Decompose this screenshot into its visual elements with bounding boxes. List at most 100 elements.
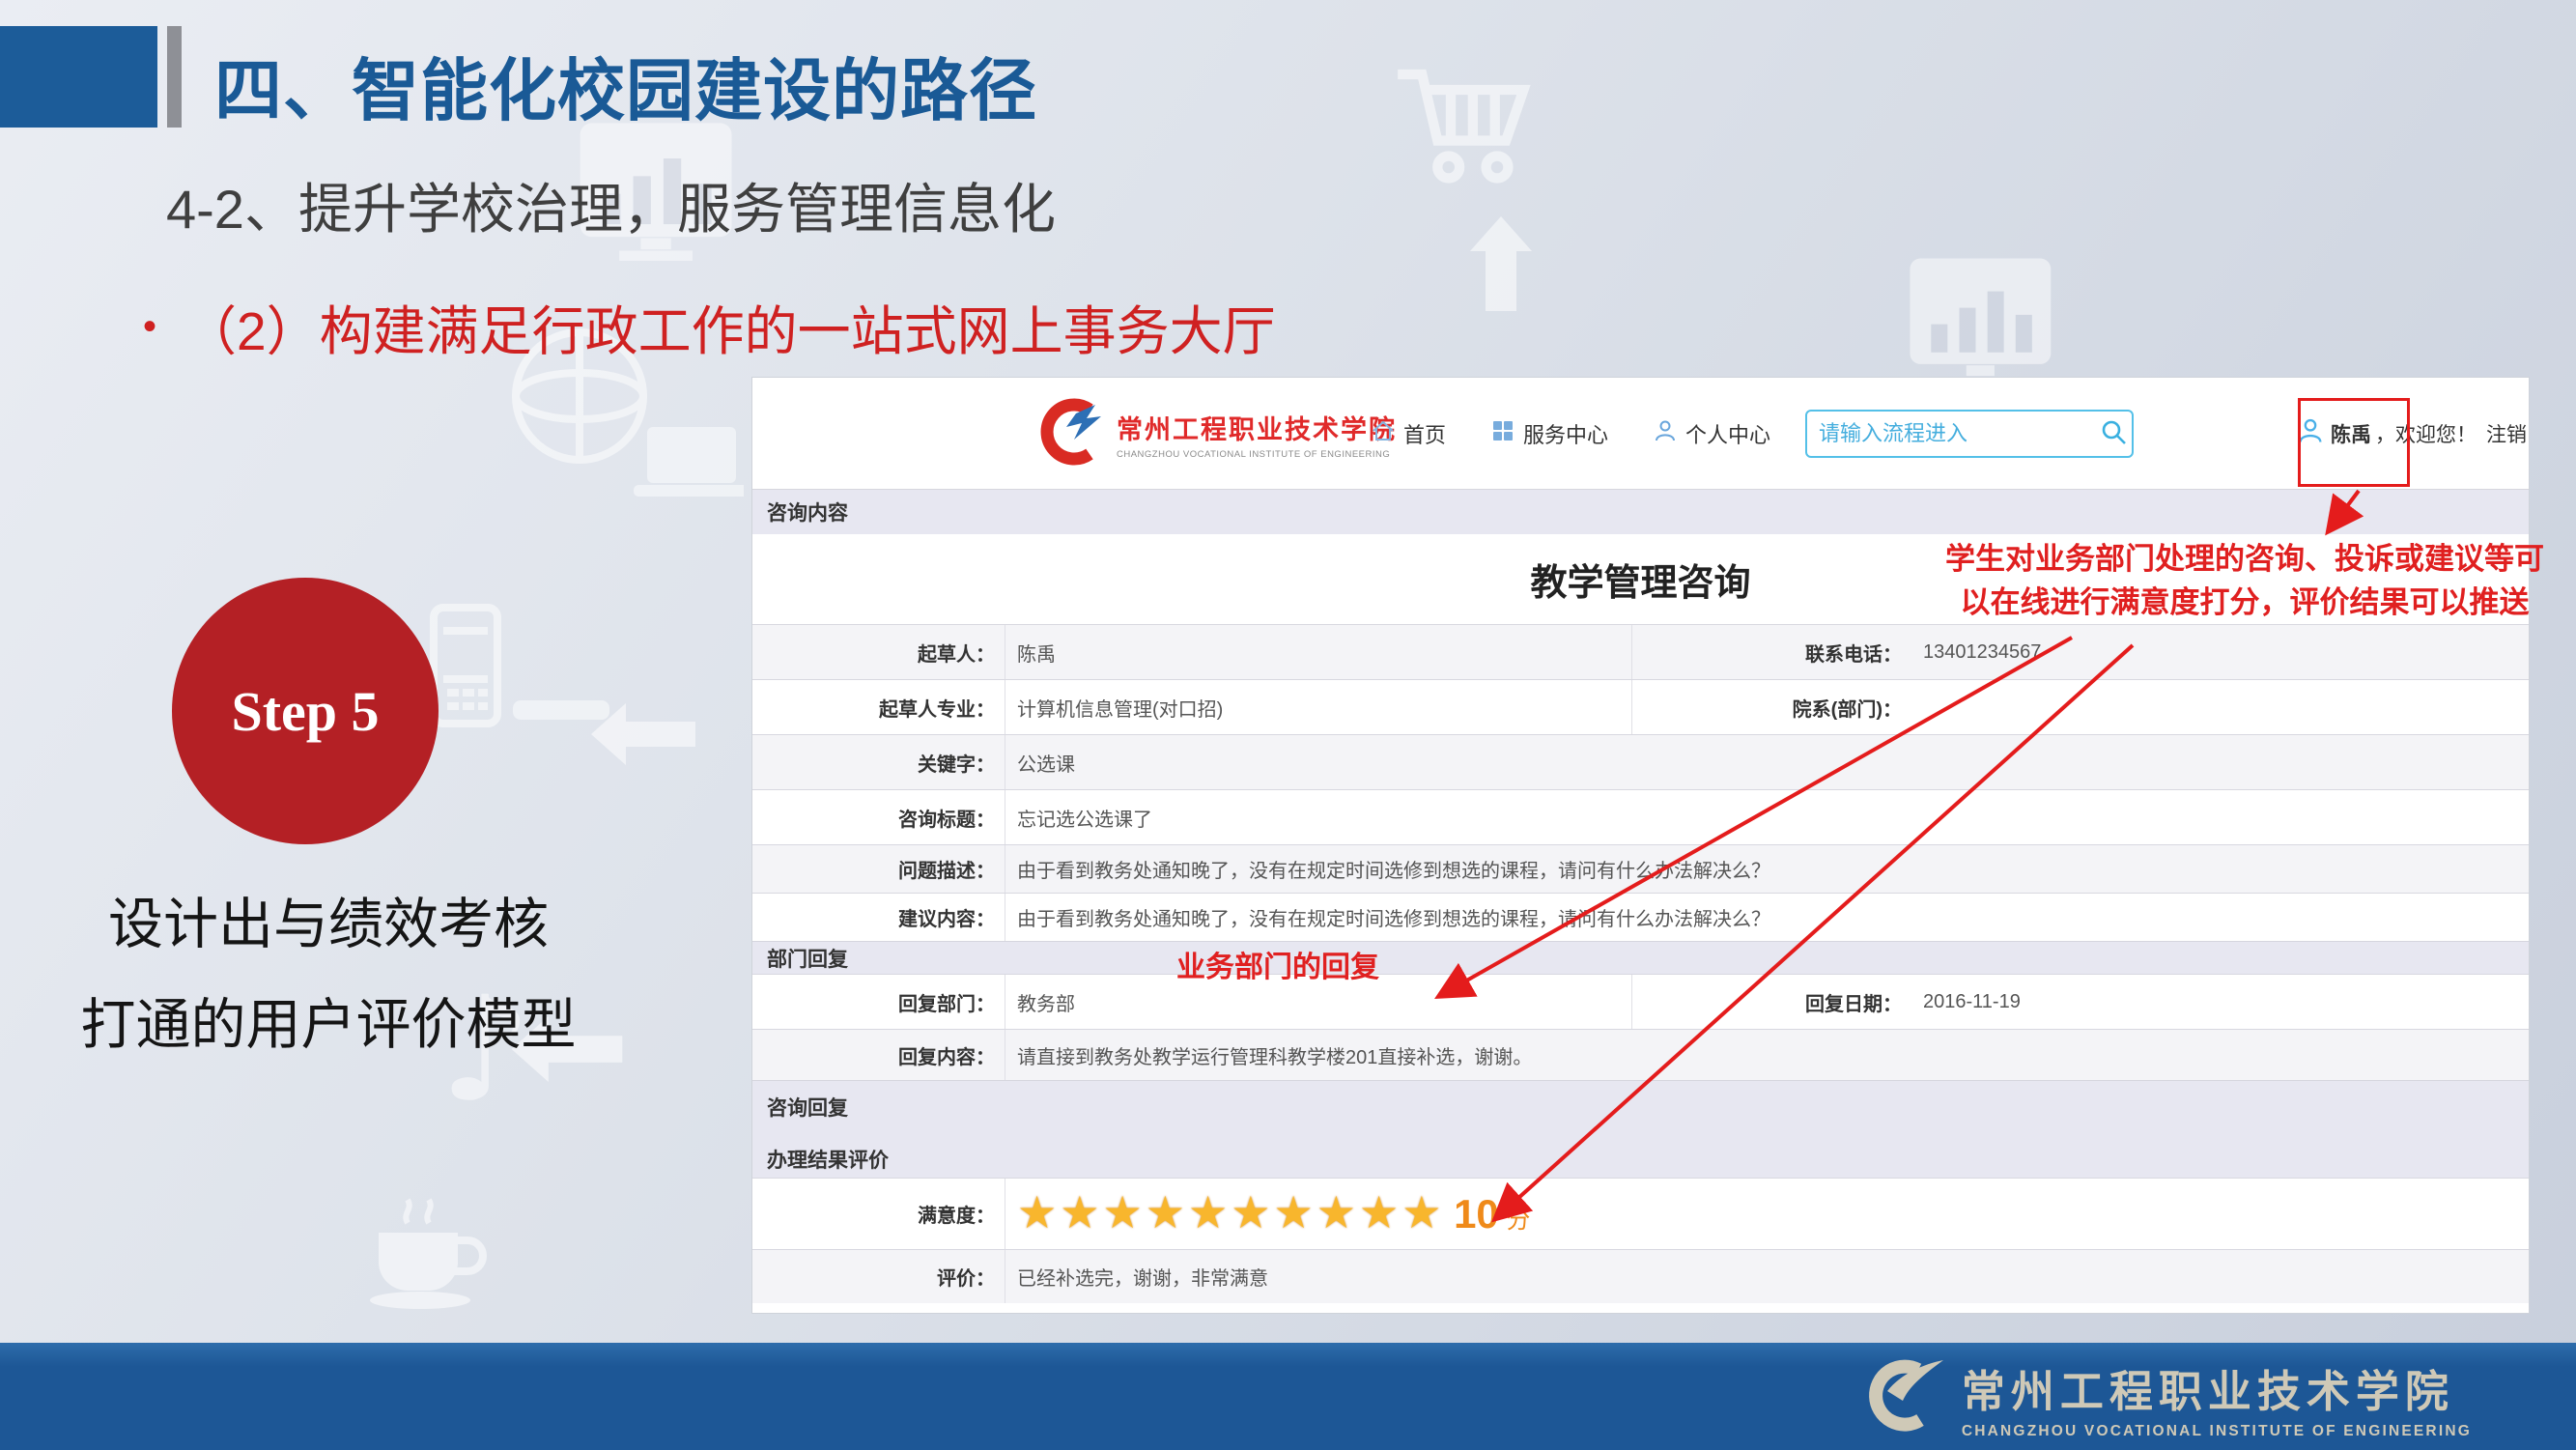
- annotation-student-note-line2: 以在线进行满意度打分，评价结果可以推送: [1920, 581, 2569, 624]
- annotation-student-note-line1: 学生对业务部门处理的咨询、投诉或建议等可: [1920, 537, 2569, 581]
- satisfaction-label: 满意度：: [752, 1179, 1005, 1249]
- arrow-up-icon: [1460, 211, 1542, 317]
- star-icon[interactable]: ★: [1316, 1187, 1359, 1237]
- section-consult-reply-label: 咨询回复: [767, 1093, 848, 1122]
- suggestion-label: 建议内容：: [752, 894, 1005, 941]
- section-consult-content-label: 咨询内容: [767, 498, 848, 526]
- major-value: 计算机信息管理(对口招): [1005, 694, 1631, 722]
- dept-label: 院系(部门)：: [1631, 680, 1911, 734]
- star-icon[interactable]: ★: [1103, 1187, 1146, 1237]
- reply-content-value: 请直接到教务处教学运行管理科教学楼201直接补选，谢谢。: [1005, 1041, 2529, 1069]
- slide-footer: 常州工程职业技术学院 CHANGZHOU VOCATIONAL INSTITUT…: [0, 1343, 2576, 1450]
- row-problem: 问题描述： 由于看到教务处通知晚了，没有在规定时间选修到想选的课程，请问有什么办…: [752, 844, 2529, 893]
- star-icon[interactable]: ★: [1359, 1187, 1401, 1237]
- home-icon: [1371, 418, 1396, 449]
- row-subject: 咨询标题： 忘记选公选课了: [752, 789, 2529, 844]
- logout-link[interactable]: 注销: [2486, 419, 2527, 448]
- portal-logo: 常州工程职业技术学院 CHANGZHOU VOCATIONAL INSTITUT…: [1037, 397, 1397, 471]
- satisfaction-score: 10: [1454, 1191, 1499, 1237]
- phone-label: 联系电话：: [1631, 625, 1911, 679]
- web-portal-screenshot: 常州工程职业技术学院 CHANGZHOU VOCATIONAL INSTITUT…: [751, 377, 2530, 1314]
- satisfaction-value: ★★★★★★★★★★ 10 分: [1005, 1191, 2529, 1237]
- drafter-label: 起草人：: [752, 625, 1005, 679]
- star-icon[interactable]: ★: [1274, 1187, 1316, 1237]
- reply-date-label: 回复日期：: [1631, 975, 1911, 1029]
- footer-logo-text: 常州工程职业技术学院 CHANGZHOU VOCATIONAL INSTITUT…: [1962, 1356, 2472, 1440]
- problem-value: 由于看到教务处通知晚了，没有在规定时间选修到想选的课程，请问有什么办法解决么？: [1005, 855, 2529, 883]
- major-label: 起草人专业：: [752, 680, 1005, 734]
- step-desc-line2: 打通的用户评价模型: [29, 975, 628, 1075]
- step-desc-line1: 设计出与绩效考核: [29, 874, 628, 975]
- nav-home-label: 首页: [1403, 418, 1446, 449]
- keyword-label: 关键字：: [752, 735, 1005, 789]
- monitor-chart-icon: [1908, 253, 2060, 394]
- star-icon[interactable]: ★: [1146, 1187, 1188, 1237]
- reply-dept-label: 回复部门：: [752, 975, 1005, 1029]
- annotation-reply-note: 业务部门的回复: [1176, 943, 1379, 985]
- form-title: 教学管理咨询: [1530, 553, 1750, 606]
- section-consult-content: 咨询内容: [752, 489, 2529, 534]
- portal-header: 常州工程职业技术学院 CHANGZHOU VOCATIONAL INSTITUT…: [752, 378, 2529, 489]
- bullet-marker: •: [143, 305, 156, 349]
- evaluation-label: 评价：: [752, 1250, 1005, 1303]
- footer-logo-cn: 常州工程职业技术学院: [1962, 1356, 2472, 1419]
- nav-personal-label: 个人中心: [1685, 418, 1770, 449]
- title-accent-bar: [167, 26, 182, 128]
- nav-item-home[interactable]: 首页: [1371, 418, 1446, 449]
- reply-content-label: 回复内容：: [752, 1030, 1005, 1080]
- row-reply-content: 回复内容： 请直接到教务处教学运行管理科教学楼201直接补选，谢谢。: [752, 1029, 2529, 1080]
- flow-search-input[interactable]: [1817, 420, 2099, 447]
- nav-item-personal-center[interactable]: 个人中心: [1653, 418, 1770, 449]
- reply-date-value: 2016-11-19: [1911, 991, 2529, 1013]
- row-major: 起草人专业： 计算机信息管理(对口招) 院系(部门)：: [752, 679, 2529, 734]
- arrow-left-icon: [591, 703, 697, 765]
- evaluation-value: 已经补选完，谢谢，非常满意: [1005, 1263, 2529, 1291]
- slide-title: 四、智能化校园建设的路径: [214, 37, 1037, 134]
- reply-dept-value: 教务部: [1005, 988, 1631, 1016]
- section-eval-result-label: 办理结果评价: [767, 1145, 889, 1174]
- phone-icon: [430, 604, 613, 749]
- logo-mark-icon: [1037, 397, 1107, 471]
- problem-label: 问题描述：: [752, 845, 1005, 893]
- annotation-student-note: 学生对业务部门处理的咨询、投诉或建议等可 以在线进行满意度打分，评价结果可以推送: [1920, 537, 2569, 624]
- nav-service-label: 服务中心: [1523, 418, 1608, 449]
- subject-label: 咨询标题：: [752, 790, 1005, 844]
- row-evaluation: 评价： 已经补选完，谢谢，非常满意: [752, 1249, 2529, 1303]
- section-dept-reply: 部门回复: [752, 941, 2529, 974]
- star-icon[interactable]: ★: [1401, 1187, 1444, 1237]
- keyword-value: 公选课: [1005, 749, 2529, 777]
- portal-logo-text: 常州工程职业技术学院 CHANGZHOU VOCATIONAL INSTITUT…: [1117, 409, 1397, 460]
- step-description: 设计出与绩效考核 打通的用户评价模型: [29, 874, 628, 1075]
- satisfaction-unit: 分: [1506, 1207, 1530, 1234]
- coffee-icon: [365, 1196, 491, 1312]
- section-dept-reply-label: 部门回复: [767, 944, 848, 973]
- portal-logo-cn: 常州工程职业技术学院: [1117, 409, 1397, 446]
- row-satisfaction: 满意度： ★★★★★★★★★★ 10 分: [752, 1178, 2529, 1249]
- phone-value: 13401234567: [1911, 641, 2529, 664]
- star-icon[interactable]: ★: [1231, 1187, 1273, 1237]
- slide-subtitle: 4-2、提升学校治理，服务管理信息化: [166, 166, 1056, 244]
- slide-bullet-line: • （2）构建满足行政工作的一站式网上事务大厅: [143, 288, 1276, 365]
- footer-logo: 常州工程职业技术学院 CHANGZHOU VOCATIONAL INSTITUT…: [1854, 1352, 2472, 1444]
- cart-icon: [1389, 56, 1543, 201]
- flow-search-box[interactable]: [1805, 410, 2134, 458]
- star-icon[interactable]: ★: [1017, 1187, 1060, 1237]
- search-icon[interactable]: [2099, 417, 2128, 451]
- logo-mark-icon: [1854, 1352, 1946, 1444]
- suggestion-value: 由于看到教务处通知晚了，没有在规定时间选修到想选的课程，请问有什么办法解决么？: [1005, 903, 2529, 931]
- nav-item-service-center[interactable]: 服务中心: [1490, 418, 1608, 449]
- user-highlight-box: [2298, 398, 2410, 487]
- drafter-value: 陈禹: [1005, 639, 1631, 667]
- subject-value: 忘记选公选课了: [1005, 804, 2529, 832]
- star-icon[interactable]: ★: [1188, 1187, 1231, 1237]
- portal-nav: 首页 服务中心 个人中心: [1371, 378, 1770, 489]
- grid-icon: [1490, 418, 1515, 449]
- row-drafter: 起草人： 陈禹 联系电话： 13401234567: [752, 624, 2529, 679]
- slide-bullet-text: （2）构建满足行政工作的一站式网上事务大厅: [184, 288, 1276, 365]
- star-rating[interactable]: ★★★★★★★★★★: [1017, 1187, 1445, 1237]
- step-label: Step 5: [231, 679, 379, 744]
- portal-logo-en: CHANGZHOU VOCATIONAL INSTITUTE OF ENGINE…: [1117, 449, 1397, 460]
- row-reply-dept: 回复部门： 教务部 回复日期： 2016-11-19: [752, 974, 2529, 1029]
- star-icon[interactable]: ★: [1060, 1187, 1102, 1237]
- row-keyword: 关键字： 公选课: [752, 734, 2529, 789]
